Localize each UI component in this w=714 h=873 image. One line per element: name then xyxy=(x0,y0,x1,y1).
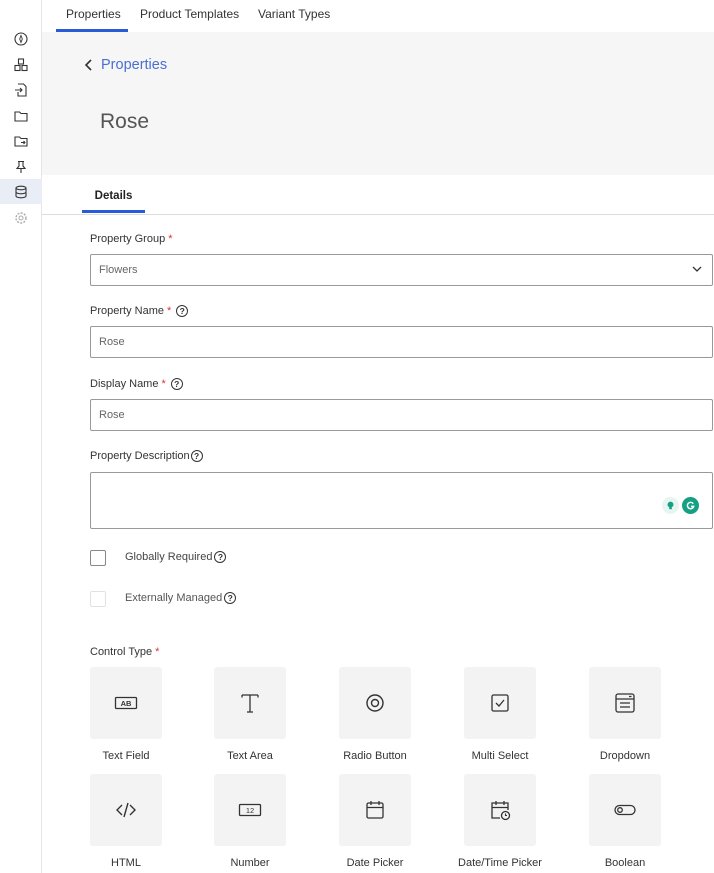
folder-export-icon[interactable] xyxy=(0,128,42,153)
help-icon[interactable]: ? xyxy=(214,551,227,563)
control-type-date-picker[interactable] xyxy=(339,774,411,846)
pin-icon[interactable] xyxy=(0,154,42,179)
control-type-label-text-field: Text Field xyxy=(102,750,150,762)
globally-required-checkbox[interactable] xyxy=(90,550,106,566)
globally-required-label: Globally Required ? xyxy=(125,551,227,563)
property-name-label-text: Property Name xyxy=(90,305,164,317)
control-type-label-radio-button: Radio Button xyxy=(343,750,407,762)
tab-details[interactable]: Details xyxy=(82,175,145,213)
date-picker-icon xyxy=(366,801,384,819)
control-type-label: Control Type * xyxy=(90,646,159,658)
settings-icon[interactable] xyxy=(0,205,42,230)
control-type-multi-select[interactable] xyxy=(464,667,536,739)
externally-managed-label-text: Externally Managed xyxy=(125,592,223,604)
property-group-label: Property Group * xyxy=(90,233,172,245)
dropdown-icon xyxy=(615,693,635,713)
help-icon[interactable]: ? xyxy=(176,305,189,317)
control-type-date-time-picker[interactable] xyxy=(464,774,536,846)
control-type-text-field[interactable]: AB xyxy=(90,667,162,739)
multi-select-icon xyxy=(491,694,509,712)
number-icon-text: 12 xyxy=(246,806,254,815)
property-name-input[interactable]: Rose xyxy=(90,326,713,358)
help-icon[interactable]: ? xyxy=(170,378,183,390)
control-type-label-date-picker: Date Picker xyxy=(346,857,404,869)
control-type-dropdown[interactable] xyxy=(589,667,661,739)
property-description-textarea[interactable] xyxy=(90,472,713,529)
boolean-icon xyxy=(614,804,636,816)
date-time-picker-icon xyxy=(491,801,511,821)
property-description-label-text: Property Description xyxy=(90,450,190,462)
property-group-select[interactable]: Flowers xyxy=(90,254,713,286)
control-type-number[interactable]: 12 xyxy=(214,774,286,846)
help-icon[interactable]: ? xyxy=(224,592,237,604)
back-link-label: Properties xyxy=(101,57,168,73)
display-name-label-text: Display Name xyxy=(90,378,159,390)
globally-required-label-text: Globally Required xyxy=(125,551,213,563)
property-name-value: Rose xyxy=(99,336,125,348)
control-type-label-dropdown: Dropdown xyxy=(599,750,651,762)
sidebar-rail xyxy=(0,0,42,873)
control-type-label-date-time-picker: Date/Time Picker xyxy=(458,857,542,869)
tab-product-templates[interactable]: Product Templates xyxy=(140,0,239,32)
property-group-value: Flowers xyxy=(99,264,138,276)
grammarly-widget[interactable] xyxy=(662,497,699,514)
detail-tabs: Details xyxy=(42,175,714,215)
control-type-label-multi-select: Multi Select xyxy=(471,750,529,762)
control-type-label-text-area: Text Area xyxy=(227,750,273,762)
control-type-label-boolean: Boolean xyxy=(604,857,646,869)
lightbulb-icon[interactable] xyxy=(662,497,679,514)
import-icon[interactable] xyxy=(0,77,42,102)
compass-icon[interactable] xyxy=(0,26,42,51)
required-mark: * xyxy=(168,233,173,245)
top-nav: Properties Product Templates Variant Typ… xyxy=(42,0,714,32)
required-mark: * xyxy=(166,305,172,317)
folder-icon[interactable] xyxy=(0,103,42,128)
control-type-label-number: Number xyxy=(230,857,270,869)
boxes-icon[interactable] xyxy=(0,52,42,77)
page-title: Rose xyxy=(100,110,150,133)
property-description-label: Property Description ? xyxy=(90,450,203,462)
text-area-icon xyxy=(241,694,259,713)
chevron-left-icon xyxy=(84,59,92,71)
display-name-input[interactable]: Rose xyxy=(90,399,713,431)
control-type-html[interactable] xyxy=(90,774,162,846)
tab-variant-types[interactable]: Variant Types xyxy=(258,0,330,32)
text-field-icon-text: AB xyxy=(121,699,132,708)
control-type-label-html: HTML xyxy=(111,857,141,869)
html-icon xyxy=(116,802,136,818)
control-type-boolean[interactable] xyxy=(589,774,661,846)
back-link[interactable]: Properties xyxy=(84,57,167,73)
number-icon: 12 xyxy=(238,803,262,817)
property-name-label: Property Name * ? xyxy=(90,305,189,317)
externally-managed-checkbox xyxy=(90,591,106,607)
display-name-label: Display Name * ? xyxy=(90,378,183,390)
radio-button-icon xyxy=(366,694,384,712)
page-header: Properties Rose xyxy=(42,32,714,175)
tab-properties[interactable]: Properties xyxy=(56,0,128,32)
control-type-label-text: Control Type xyxy=(90,646,153,658)
grammarly-icon[interactable] xyxy=(682,497,699,514)
required-mark: * xyxy=(155,646,160,658)
chevron-down-icon xyxy=(692,266,702,272)
database-icon[interactable] xyxy=(0,179,42,204)
property-group-label-text: Property Group xyxy=(90,233,166,245)
required-mark: * xyxy=(161,378,166,390)
help-icon[interactable]: ? xyxy=(190,450,203,462)
control-type-text-area[interactable] xyxy=(214,667,286,739)
display-name-value: Rose xyxy=(99,409,125,421)
externally-managed-label: Externally Managed ? xyxy=(125,592,237,604)
control-type-radio-button[interactable] xyxy=(339,667,411,739)
text-field-icon: AB xyxy=(114,696,138,710)
